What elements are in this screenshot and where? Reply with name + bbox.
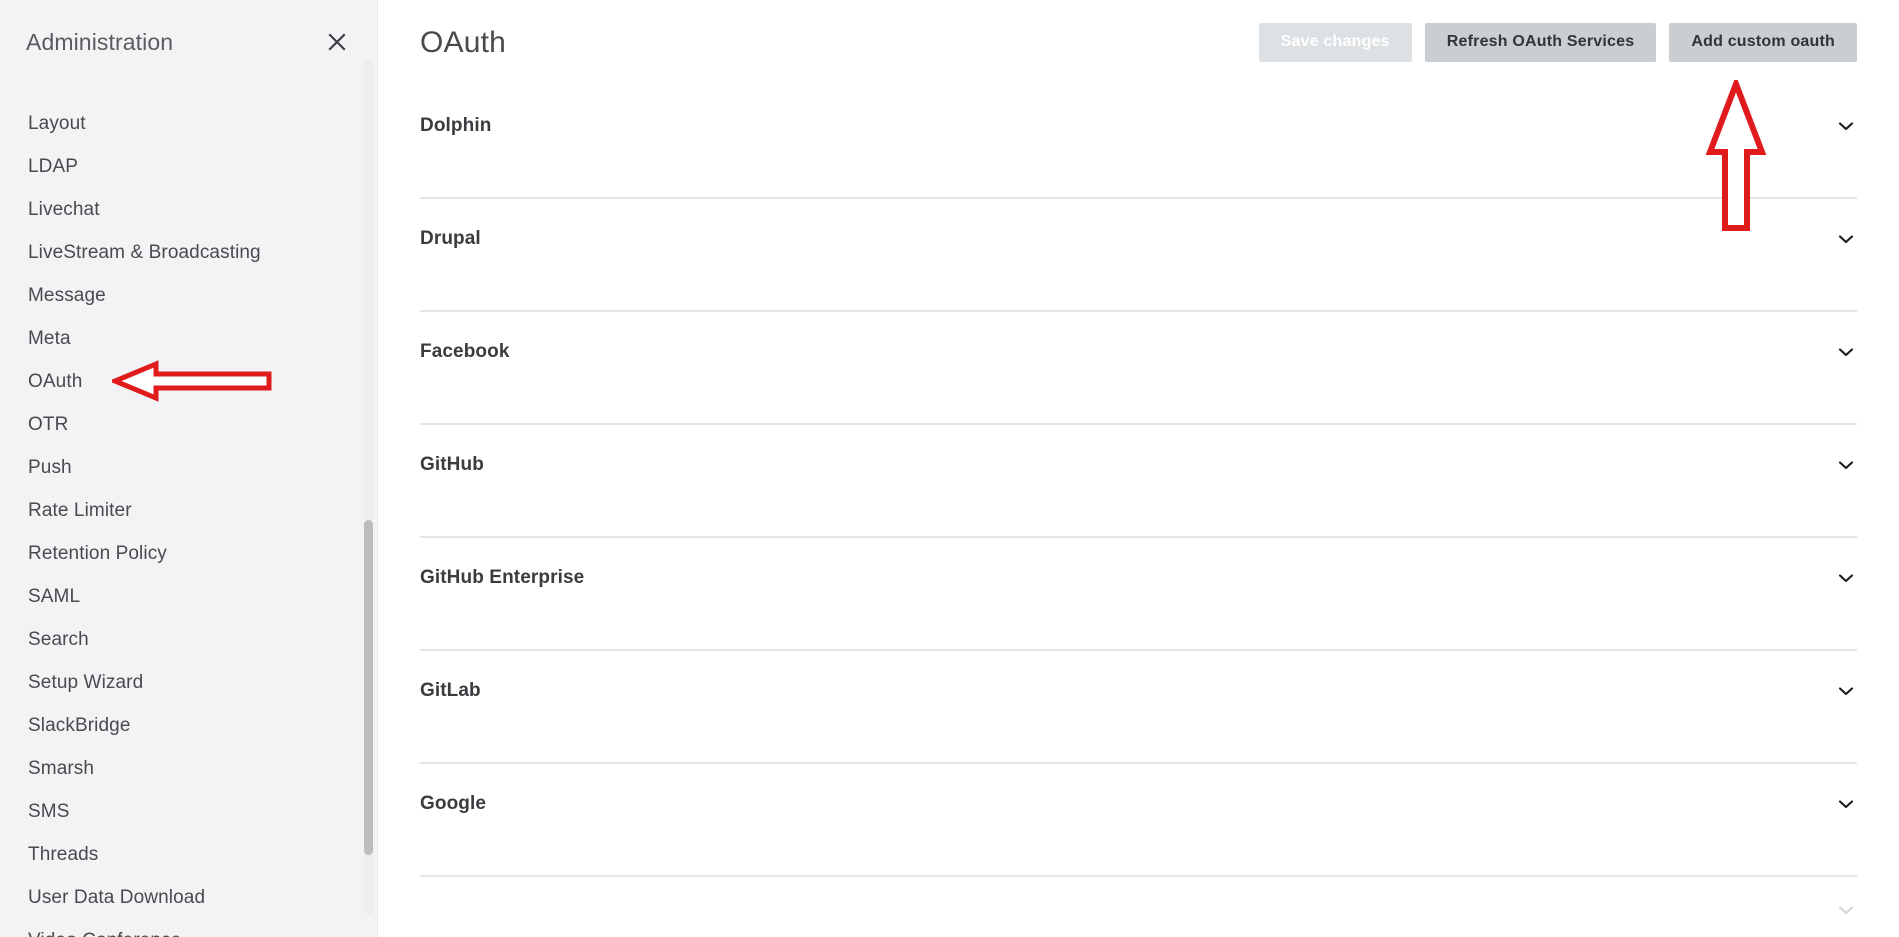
chevron-down-icon[interactable] xyxy=(1835,115,1857,137)
page-title: OAuth xyxy=(420,26,507,59)
sidebar-item-label: Threads xyxy=(28,843,99,865)
sidebar-item-livechat[interactable]: Livechat xyxy=(0,188,378,231)
oauth-service-row-partial[interactable] xyxy=(420,877,1857,917)
sidebar-item-user-data-download[interactable]: User Data Download xyxy=(0,876,378,919)
chevron-down-icon[interactable] xyxy=(1835,228,1857,250)
sidebar-item-label: SlackBridge xyxy=(28,714,131,736)
oauth-service-name: Google xyxy=(420,793,487,814)
oauth-service-row[interactable]: Google xyxy=(420,764,1857,877)
admin-oauth-screen: Administration Layout LDAP Livechat LiveStr… xyxy=(0,0,1899,937)
sidebar-item-label: Layout xyxy=(28,112,86,134)
oauth-service-name: Dolphin xyxy=(420,115,492,136)
save-changes-button[interactable]: Save changes xyxy=(1258,22,1412,62)
sidebar-item-label: OAuth xyxy=(28,370,83,392)
sidebar-item-label: Push xyxy=(28,456,72,478)
chevron-down-icon[interactable] xyxy=(1835,899,1857,921)
sidebar-item-label: Video Conference xyxy=(28,930,181,937)
administration-sidebar: Administration Layout LDAP Livechat LiveStr… xyxy=(0,0,378,937)
sidebar-item-label: OTR xyxy=(28,413,69,435)
sidebar-item-label: Rate Limiter xyxy=(28,499,132,521)
sidebar-item-search[interactable]: Search xyxy=(0,618,378,661)
oauth-service-row[interactable]: Dolphin xyxy=(420,86,1857,199)
oauth-service-name: GitHub xyxy=(420,454,484,475)
chevron-down-icon[interactable] xyxy=(1835,454,1857,476)
oauth-service-row[interactable]: GitLab xyxy=(420,651,1857,764)
sidebar-item-label: LDAP xyxy=(28,155,79,177)
sidebar-item-label: SAML xyxy=(28,585,81,607)
sidebar-item-label: SMS xyxy=(28,800,70,822)
sidebar-item-push[interactable]: Push xyxy=(0,446,378,489)
oauth-service-name: GitHub Enterprise xyxy=(420,567,585,588)
sidebar-title: Administration xyxy=(26,28,174,55)
refresh-oauth-services-button[interactable]: Refresh OAuth Services xyxy=(1424,22,1657,62)
sidebar-item-rate-limiter[interactable]: Rate Limiter xyxy=(0,489,378,532)
sidebar-item-label: Search xyxy=(28,628,89,650)
sidebar-item-retention-policy[interactable]: Retention Policy xyxy=(0,532,378,575)
sidebar-item-slackbridge[interactable]: SlackBridge xyxy=(0,704,378,747)
chevron-down-icon[interactable] xyxy=(1835,793,1857,815)
sidebar-item-label: LiveStream & Broadcasting xyxy=(28,241,261,263)
sidebar-item-label: Livechat xyxy=(28,198,100,220)
oauth-service-row[interactable]: Facebook xyxy=(420,312,1857,425)
sidebar-item-meta[interactable]: Meta xyxy=(0,317,378,360)
oauth-service-row[interactable]: GitHub xyxy=(420,425,1857,538)
oauth-service-name: Facebook xyxy=(420,341,510,362)
header-actions: Save changes Refresh OAuth Services Add … xyxy=(1258,22,1857,64)
chevron-down-icon[interactable] xyxy=(1835,567,1857,589)
sidebar-item-saml[interactable]: SAML xyxy=(0,575,378,618)
sidebar-item-setup-wizard[interactable]: Setup Wizard xyxy=(0,661,378,704)
chevron-down-icon[interactable] xyxy=(1835,680,1857,702)
sidebar-item-label: Smarsh xyxy=(28,757,95,779)
sidebar-item-ldap[interactable]: LDAP xyxy=(0,145,378,188)
oauth-service-row[interactable]: Drupal xyxy=(420,199,1857,312)
sidebar-item-livestream-broadcasting[interactable]: LiveStream & Broadcasting xyxy=(0,231,378,274)
sidebar-item-sms[interactable]: SMS xyxy=(0,790,378,833)
sidebar-item-label: User Data Download xyxy=(28,886,206,908)
oauth-service-row[interactable]: GitHub Enterprise xyxy=(420,538,1857,651)
sidebar-item-label: Setup Wizard xyxy=(28,671,144,693)
sidebar-item-layout[interactable]: Layout xyxy=(0,102,378,145)
chevron-down-icon[interactable] xyxy=(1835,341,1857,363)
oauth-services-list: Dolphin Drupal Facebook GitHub GitHub Enterp… xyxy=(378,86,1899,917)
sidebar-item-threads[interactable]: Threads xyxy=(0,833,378,876)
sidebar-item-label: Meta xyxy=(28,327,71,349)
main-content: OAuth Save changes Refresh OAuth Service… xyxy=(378,0,1899,937)
sidebar-item-message[interactable]: Message xyxy=(0,274,378,317)
sidebar-scrollbar-thumb[interactable] xyxy=(364,520,373,855)
sidebar-item-oauth[interactable]: OAuth xyxy=(0,360,378,403)
add-custom-oauth-button[interactable]: Add custom oauth xyxy=(1669,22,1857,62)
sidebar-header: Administration xyxy=(0,0,378,84)
sidebar-item-label: Message xyxy=(28,284,106,306)
sidebar-item-list: Layout LDAP Livechat LiveStream & Broadcast… xyxy=(0,84,378,937)
close-icon[interactable] xyxy=(324,29,350,55)
sidebar-item-video-conference[interactable]: Video Conference xyxy=(0,919,378,937)
sidebar-item-otr[interactable]: OTR xyxy=(0,403,378,446)
oauth-service-name: Drupal xyxy=(420,228,481,249)
page-header: OAuth Save changes Refresh OAuth Service… xyxy=(378,0,1899,86)
sidebar-item-smarsh[interactable]: Smarsh xyxy=(0,747,378,790)
oauth-service-name: GitLab xyxy=(420,680,481,701)
sidebar-item-label: Retention Policy xyxy=(28,542,167,564)
